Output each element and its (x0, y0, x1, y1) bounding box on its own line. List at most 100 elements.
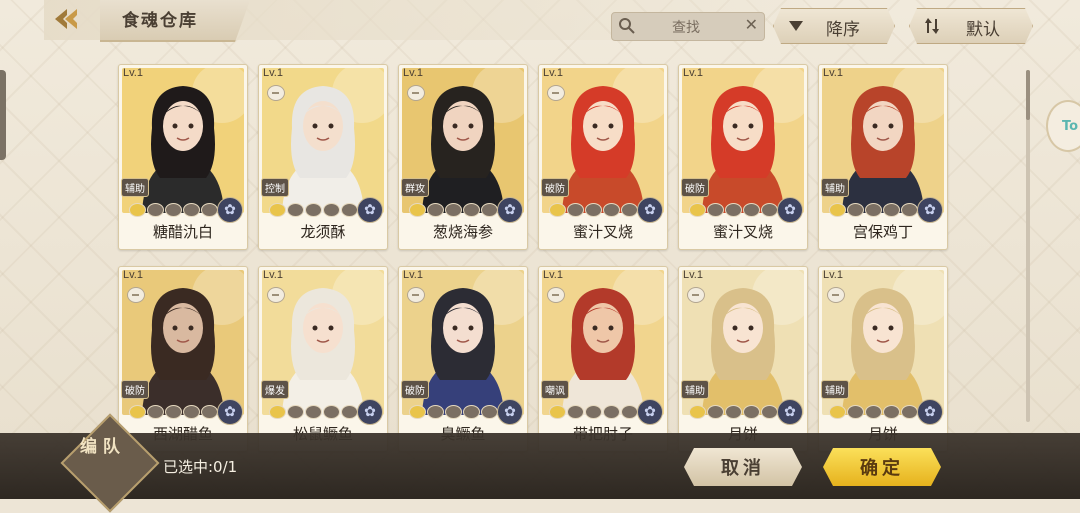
star-icon (621, 405, 638, 419)
star-rating (689, 405, 778, 419)
star-rating (269, 203, 358, 217)
sort-default-button[interactable]: 默认 (909, 8, 1033, 44)
role-tag: 破防 (121, 380, 149, 399)
role-tag: 破防 (681, 178, 709, 197)
soul-card[interactable]: Lv.1破防✿西湖醋鱼 (118, 266, 248, 452)
lock-icon (267, 287, 285, 303)
star-icon (463, 405, 480, 419)
soul-card[interactable]: Lv.1 控制 ✿ 龙须酥 (258, 64, 388, 250)
role-tag: 嘲讽 (541, 380, 569, 399)
star-icon (409, 405, 426, 419)
selected-count: 已选中:0/1 (163, 458, 238, 476)
side-handle[interactable] (0, 70, 6, 160)
close-icon[interactable]: ✕ (745, 15, 758, 34)
star-icon (549, 405, 566, 419)
floating-button-label: To (1062, 118, 1079, 134)
scrollbar-track[interactable] (1026, 70, 1030, 422)
star-icon (427, 405, 444, 419)
star-icon (409, 203, 426, 217)
star-rating (409, 203, 498, 217)
sort-order-button[interactable]: 降序 (773, 8, 895, 44)
star-icon (445, 203, 462, 217)
star-icon (481, 203, 498, 217)
star-icon (847, 405, 864, 419)
level-label: Lv.1 (403, 67, 423, 79)
role-tag: 辅助 (121, 178, 149, 197)
star-icon (707, 405, 724, 419)
soul-card[interactable]: Lv.1 群攻 ✿ 葱烧海参 (398, 64, 528, 250)
sort-order-label: 降序 (826, 20, 860, 40)
star-icon (585, 405, 602, 419)
character-name: 蜜汁叉烧 (712, 223, 773, 241)
star-icon (901, 405, 918, 419)
sort-icon (924, 17, 940, 35)
soul-card[interactable]: Lv.1 破防 ✿ 蜜汁叉烧 (538, 64, 668, 250)
star-icon (201, 203, 218, 217)
role-tag: 辅助 (821, 178, 849, 197)
star-icon (165, 203, 182, 217)
team-label: 编 队 (80, 437, 120, 457)
star-icon (165, 405, 182, 419)
star-rating (409, 405, 498, 419)
character-name: 葱烧海参 (432, 223, 493, 241)
lock-icon (687, 287, 705, 303)
level-label: Lv.1 (123, 67, 143, 79)
star-icon (761, 203, 778, 217)
role-tag: 破防 (401, 380, 429, 399)
lock-icon (827, 287, 845, 303)
star-icon (743, 203, 760, 217)
star-icon (305, 405, 322, 419)
star-icon (287, 203, 304, 217)
scrollbar-thumb[interactable] (1026, 70, 1030, 120)
triangle-down-icon (788, 19, 804, 33)
level-label: Lv.1 (683, 67, 703, 79)
confirm-button[interactable]: 确定 (823, 448, 941, 486)
soul-card[interactable]: Lv.1辅助✿月饼 (818, 266, 948, 452)
star-icon (269, 405, 286, 419)
soul-card[interactable]: Lv.1 破防 ✿ 蜜汁叉烧 (678, 64, 808, 250)
star-icon (585, 203, 602, 217)
cancel-button[interactable]: 取消 (684, 448, 802, 486)
star-icon (287, 405, 304, 419)
soul-card[interactable]: Lv.1嘲讽✿带把肘子 (538, 266, 668, 452)
flower-emblem-icon: ✿ (357, 399, 383, 425)
star-icon (883, 203, 900, 217)
flower-emblem-icon: ✿ (777, 197, 803, 223)
soul-card[interactable]: Lv.1破防✿臭鳜鱼 (398, 266, 528, 452)
flower-emblem-icon: ✿ (917, 399, 943, 425)
flower-emblem-icon: ✿ (217, 399, 243, 425)
star-icon (829, 203, 846, 217)
flower-emblem-icon: ✿ (357, 197, 383, 223)
star-icon (323, 405, 340, 419)
flower-emblem-icon: ✿ (497, 399, 523, 425)
level-label: Lv.1 (123, 269, 143, 281)
level-label: Lv.1 (263, 67, 283, 79)
soul-card[interactable]: Lv.1 辅助 ✿ 糖醋氿白 (118, 64, 248, 250)
star-icon (549, 203, 566, 217)
star-icon (865, 203, 882, 217)
star-icon (689, 203, 706, 217)
sort-default-label: 默认 (966, 20, 1000, 40)
star-icon (707, 203, 724, 217)
star-icon (847, 203, 864, 217)
star-icon (269, 203, 286, 217)
star-icon (829, 405, 846, 419)
star-icon (201, 405, 218, 419)
star-icon (567, 405, 584, 419)
role-tag: 控制 (261, 178, 289, 197)
soul-card[interactable]: Lv.1辅助✿月饼 (678, 266, 808, 452)
search-input[interactable]: 查找 ✕ (611, 12, 765, 41)
flower-emblem-icon: ✿ (637, 399, 663, 425)
role-tag: 群攻 (401, 178, 429, 197)
star-rating (129, 405, 218, 419)
star-icon (463, 203, 480, 217)
search-placeholder: 查找 (672, 20, 700, 36)
soul-card[interactable]: Lv.1爆发✿松鼠鳜鱼 (258, 266, 388, 452)
star-icon (481, 405, 498, 419)
star-icon (603, 203, 620, 217)
level-label: Lv.1 (823, 67, 843, 79)
search-icon (619, 18, 635, 34)
soul-card[interactable]: Lv.1 辅助 ✿ 宫保鸡丁 (818, 64, 948, 250)
back-button[interactable] (48, 4, 88, 34)
star-icon (689, 405, 706, 419)
